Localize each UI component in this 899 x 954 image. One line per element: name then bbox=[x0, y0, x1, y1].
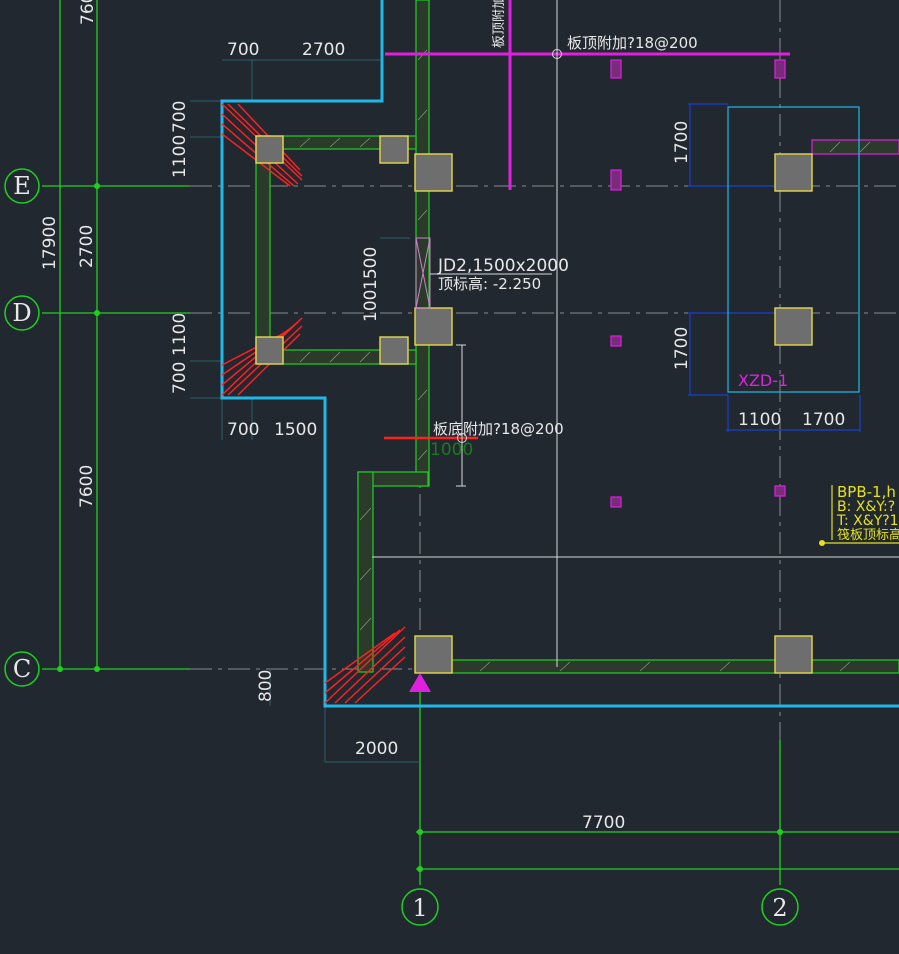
dim-box-1700a: 1700 bbox=[672, 121, 692, 164]
jd2-title: JD2,1500x2000 bbox=[437, 256, 569, 276]
grid-bubbles bbox=[4, 168, 799, 926]
bottom-rebar-label: 板底附加?18@200 bbox=[433, 420, 564, 438]
column bbox=[774, 153, 813, 192]
column bbox=[414, 635, 453, 674]
dim-faded-1000: 1000 bbox=[430, 440, 473, 460]
dim-2700: 2700 bbox=[77, 225, 97, 268]
dim-top-left-7600: 7600 bbox=[78, 0, 98, 25]
dim-top-700: 700 bbox=[227, 40, 259, 60]
bpb-line-3: T: X&Y?1 bbox=[836, 513, 899, 529]
column bbox=[255, 336, 284, 365]
extension-lines bbox=[190, 59, 420, 763]
column bbox=[774, 635, 813, 674]
dim-mid-1500: 1500 bbox=[361, 247, 381, 290]
bpb-legend-dot bbox=[819, 540, 825, 546]
dim-lower-7600: 7600 bbox=[77, 465, 97, 508]
dim-box-1700b: 1700 bbox=[672, 327, 692, 370]
dim-7700: 7700 bbox=[582, 813, 625, 833]
column bbox=[414, 153, 453, 192]
dim-left-1100a: 1100 bbox=[170, 135, 190, 178]
xzd-label: XZD-1 bbox=[738, 371, 788, 390]
grid-label-e: E bbox=[13, 172, 31, 200]
dim-box-1700c: 1700 bbox=[802, 410, 845, 430]
column bbox=[379, 336, 409, 365]
dim-left-700a: 700 bbox=[170, 101, 190, 133]
top-rebar-label: 板顶附加?18@200 bbox=[567, 34, 698, 52]
bpb-line-4: 筏板顶标高: -4 bbox=[837, 527, 899, 543]
structural-plan: E D C 1 2 7600 17900 2700 7600 700 2700 … bbox=[4, 0, 899, 926]
top-rebar-vertical-label: 板顶附加?18 bbox=[492, 0, 507, 48]
dim-overall-17900: 17900 bbox=[40, 216, 60, 270]
grid-label-1: 1 bbox=[412, 894, 427, 922]
piles bbox=[610, 59, 786, 508]
dim-left-1100b: 1100 bbox=[170, 313, 190, 356]
dim-800: 800 bbox=[256, 670, 276, 702]
dim-box-1100: 1100 bbox=[738, 410, 781, 430]
section-marker bbox=[409, 673, 431, 692]
dim-2000: 2000 bbox=[355, 739, 398, 759]
grid-label-2: 2 bbox=[772, 894, 787, 922]
grid-label-c: C bbox=[13, 655, 31, 683]
dim-mid-100: 100 bbox=[361, 290, 381, 322]
column bbox=[774, 307, 813, 346]
corner-hatching bbox=[221, 103, 406, 704]
axis-lines bbox=[190, 0, 899, 880]
dim-bottom-700: 700 bbox=[227, 420, 259, 440]
dim-left-700b: 700 bbox=[170, 362, 190, 394]
grid-label-d: D bbox=[12, 299, 31, 327]
dim-top-2700: 2700 bbox=[302, 40, 345, 60]
column bbox=[379, 135, 409, 164]
jd2-elevation: 顶标高: -2.250 bbox=[438, 275, 541, 293]
dim-bottom-1500: 1500 bbox=[274, 420, 317, 440]
column bbox=[255, 135, 284, 164]
column bbox=[414, 307, 453, 346]
